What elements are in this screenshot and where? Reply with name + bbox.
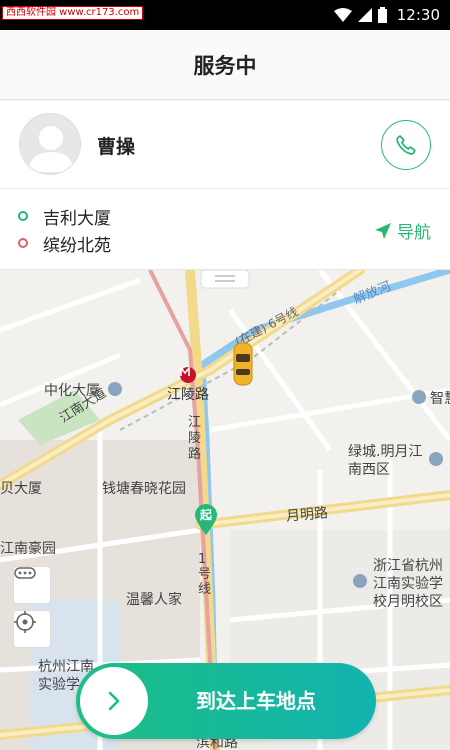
- navigate-label: 导航: [397, 223, 431, 243]
- status-bar: 西西软件园 www.cr173.com 12:30: [0, 0, 450, 30]
- start-location[interactable]: 吉利大厦: [18, 205, 111, 229]
- map-label-zhihui: 智慧: [430, 391, 450, 407]
- watermark: 西西软件园 www.cr173.com: [2, 6, 144, 20]
- map-label-zhejiang-school: 浙江省杭州江南实验学校月明校区: [373, 558, 443, 610]
- start-dot-icon: [18, 211, 28, 221]
- poi-building-icon: [108, 382, 122, 396]
- map-label-qiantang: 钱塘春晓花园: [102, 481, 186, 497]
- locate-button[interactable]: [13, 610, 51, 648]
- navigate-button[interactable]: 导航: [374, 218, 431, 243]
- call-button[interactable]: [381, 120, 431, 170]
- poi-home-icon: [429, 452, 443, 466]
- route-card: 吉利大厦 缤纷北苑 导航: [0, 189, 450, 270]
- map-label-line1: 1号线: [198, 552, 212, 597]
- taxi-car-icon: [233, 342, 253, 386]
- signal-icon: [357, 8, 372, 22]
- end-location[interactable]: 缤纷北苑: [18, 232, 111, 256]
- start-marker[interactable]: 起: [193, 502, 219, 536]
- map-label-jiangnan-haoyuan: 江南豪园: [0, 541, 56, 557]
- page-title: 服务中: [193, 53, 257, 78]
- locate-icon: [14, 611, 36, 633]
- title-bar: 服务中: [0, 30, 450, 100]
- end-location-label: 缤纷北苑: [43, 235, 111, 256]
- map-label-yueming-road: 月明路: [285, 505, 329, 525]
- avatar: [19, 113, 81, 175]
- map-label-jiangling-vertical: 江陵路: [188, 415, 202, 462]
- status-icons: 12:30: [333, 0, 440, 30]
- app-screen: 西西软件园 www.cr173.com 12:30 服务中 曹操 吉利大厦 缤纷…: [0, 0, 450, 750]
- map-label-bei-mansion: 贝大厦: [0, 481, 42, 497]
- chevron-right-icon: [108, 691, 120, 711]
- more-button[interactable]: [13, 566, 51, 604]
- start-location-label: 吉利大厦: [43, 208, 111, 229]
- end-dot-icon: [18, 238, 28, 248]
- battery-icon: [377, 7, 387, 23]
- poi-building-icon: [412, 390, 426, 404]
- arrive-pickup-label: 到达上车地点: [196, 689, 316, 713]
- wifi-icon: [333, 8, 352, 22]
- metro-icon: [180, 367, 196, 383]
- driver-name: 曹操: [97, 136, 136, 158]
- slider-handle[interactable]: [80, 667, 148, 735]
- more-dots-icon: [14, 567, 36, 579]
- map-label-jiangling-road: 江陵路: [167, 387, 209, 403]
- map-label-lvcheng: 绿城.明月江南西区: [348, 444, 423, 478]
- start-marker-label: 起: [199, 508, 212, 522]
- arrive-pickup-slider[interactable]: 到达上车地点: [76, 663, 376, 739]
- user-silhouette-icon: [28, 126, 74, 172]
- driver-card: 曹操: [0, 101, 450, 189]
- map-label-wenxin: 温馨人家: [126, 592, 182, 608]
- clock: 12:30: [396, 6, 440, 24]
- phone-icon: [396, 135, 416, 155]
- navigation-arrow-icon: [375, 222, 391, 239]
- poi-school-icon: [353, 574, 367, 588]
